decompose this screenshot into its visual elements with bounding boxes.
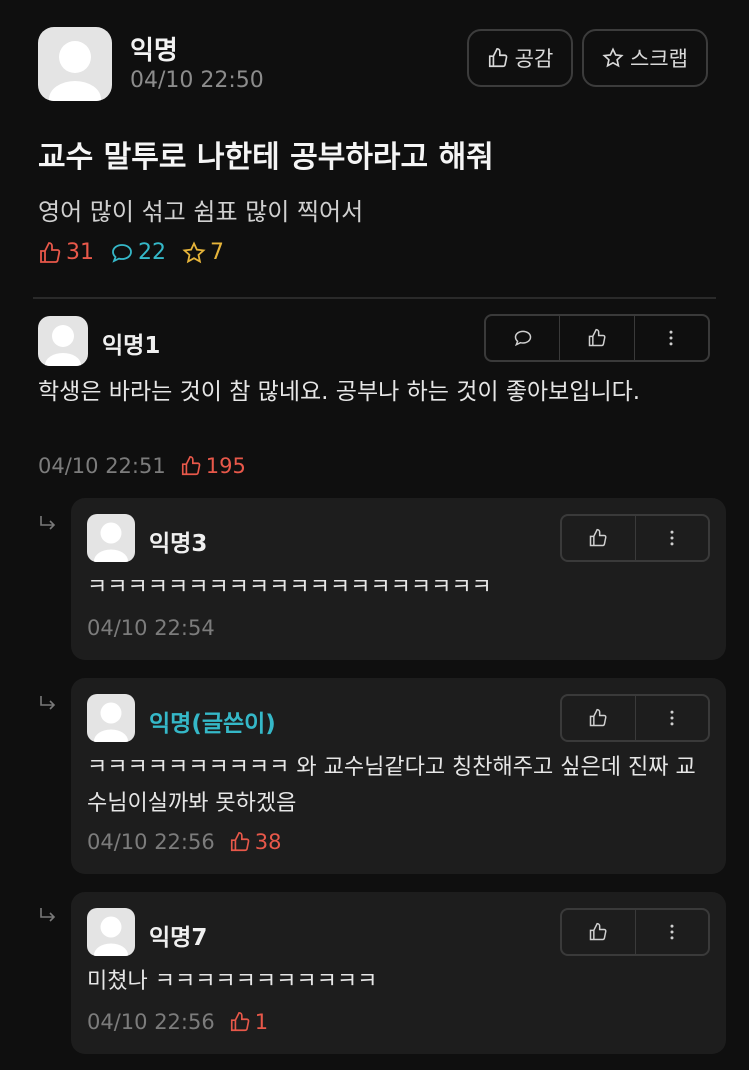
reply-card: 익명3 ㅋㅋㅋㅋㅋㅋㅋㅋㅋㅋㅋㅋㅋㅋㅋㅋㅋㅋㅋㅋ 04/10 22:54: [71, 498, 726, 660]
comment-likes: 195: [180, 454, 246, 478]
reply-timestamp: 04/10 22:56: [87, 1010, 215, 1034]
comment-likes-count: 195: [205, 454, 246, 478]
author-avatar: [38, 27, 112, 101]
thumbs-up-icon: [588, 328, 606, 347]
more-vertical-icon: [669, 330, 673, 346]
reply-more-button[interactable]: [634, 516, 709, 560]
reply-avatar: [87, 908, 135, 956]
star-icon: [602, 47, 624, 68]
comment-avatar: [38, 316, 88, 366]
reply-meta: 04/10 22:56 38: [87, 830, 281, 854]
thumbs-up-icon: [590, 708, 607, 727]
default-avatar-icon: [94, 702, 128, 742]
reply-likes-count: 1: [254, 1010, 269, 1034]
post-stats: 31 22 7: [38, 240, 240, 265]
comment-meta: 04/10 22:51 195: [38, 454, 246, 478]
speech-bubble-icon: [514, 330, 531, 347]
post-scraps-count: 7: [210, 240, 224, 265]
comment-more-button[interactable]: [633, 316, 708, 360]
post-scraps-stat: 7: [182, 240, 224, 265]
comment-timestamp: 04/10 22:51: [38, 454, 166, 478]
default-avatar-icon: [45, 325, 81, 366]
reply-avatar: [87, 694, 135, 742]
more-vertical-icon: [670, 530, 674, 546]
thumbs-up-icon: [230, 832, 250, 852]
reply-meta: 04/10 22:56 1: [87, 1010, 268, 1034]
reply-actions: [560, 908, 710, 956]
more-vertical-icon: [670, 710, 674, 726]
reply-text: 미쳤나 ㅋㅋㅋㅋㅋㅋㅋㅋㅋㅋㅋ: [87, 969, 378, 994]
reply-like-button[interactable]: [562, 696, 635, 740]
comment-actions: [484, 314, 710, 362]
reply-like-button[interactable]: [562, 516, 635, 560]
reply-likes: 1: [229, 1010, 268, 1034]
comment-author: 익명1: [102, 333, 161, 359]
post-author-name: 익명: [130, 36, 178, 66]
reply-avatar: [87, 514, 135, 562]
reply-more-button[interactable]: [634, 696, 709, 740]
reply-timestamp: 04/10 22:54: [87, 616, 215, 640]
speech-bubble-icon: [112, 243, 132, 263]
reply-like-button[interactable]: [562, 910, 635, 954]
reply-text: ㅋㅋㅋㅋㅋㅋㅋㅋㅋㅋㅋㅋㅋㅋㅋㅋㅋㅋㅋㅋ: [87, 575, 492, 600]
more-vertical-icon: [670, 924, 674, 940]
post-body: 영어 많이 섞고 쉼표 많이 찍어서: [38, 198, 364, 226]
reply-more-button[interactable]: [634, 910, 709, 954]
reply-button[interactable]: [486, 316, 559, 360]
thumbs-up-icon: [590, 528, 607, 547]
default-avatar-icon: [94, 916, 128, 956]
divider: [33, 297, 716, 299]
scrap-button[interactable]: 스크랩: [582, 29, 708, 87]
default-avatar-icon: [94, 522, 128, 562]
reply-author-op: 익명(글쓴이): [149, 711, 276, 737]
thumbs-up-icon: [40, 241, 61, 263]
post-title: 교수 말투로 나한테 공부하라고 해줘: [38, 140, 494, 175]
post-timestamp: 04/10 22:50: [130, 68, 264, 93]
reply-card: 익명(글쓴이) ㅋㅋㅋㅋㅋㅋㅋㅋㅋㅋ 와 교수님같다고 칭찬해주고 싶은데 진짜…: [71, 678, 726, 874]
post-likes-stat: 31: [38, 240, 94, 265]
thumbs-up-icon: [488, 48, 508, 68]
like-button-label: 공감: [514, 47, 554, 71]
comment-like-button[interactable]: [559, 316, 633, 360]
comment-text: 학생은 바라는 것이 참 많네요. 공부나 하는 것이 좋아보입니다.: [38, 379, 641, 405]
like-button[interactable]: 공감: [467, 29, 573, 87]
reply-arrow-icon: [40, 908, 56, 922]
thumbs-up-icon: [230, 1012, 250, 1032]
post-likes-count: 31: [66, 240, 94, 265]
scrap-button-label: 스크랩: [630, 47, 688, 71]
reply-author: 익명7: [149, 925, 208, 951]
reply-text: ㅋㅋㅋㅋㅋㅋㅋㅋㅋㅋ 와 교수님같다고 칭찬해주고 싶은데 진짜 교수님이실까봐…: [87, 755, 696, 816]
reply-likes-count: 38: [254, 830, 282, 854]
reply-author: 익명3: [149, 531, 208, 557]
reply-timestamp: 04/10 22:56: [87, 830, 215, 854]
reply-arrow-icon: [40, 696, 56, 710]
reply-meta: 04/10 22:54: [87, 616, 215, 640]
thumbs-up-icon: [590, 922, 607, 941]
reply-card: 익명7 미쳤나 ㅋㅋㅋㅋㅋㅋㅋㅋㅋㅋㅋ 04/10 22:56 1: [71, 892, 726, 1054]
reply-likes: 38: [229, 830, 282, 854]
thumbs-up-icon: [181, 456, 201, 476]
post-comments-count: 22: [138, 240, 166, 265]
reply-arrow-icon: [40, 516, 56, 530]
star-icon: [182, 240, 206, 263]
reply-actions: [560, 514, 710, 562]
reply-actions: [560, 694, 710, 742]
post-comments-stat: 22: [110, 240, 166, 265]
default-avatar-icon: [49, 41, 101, 101]
